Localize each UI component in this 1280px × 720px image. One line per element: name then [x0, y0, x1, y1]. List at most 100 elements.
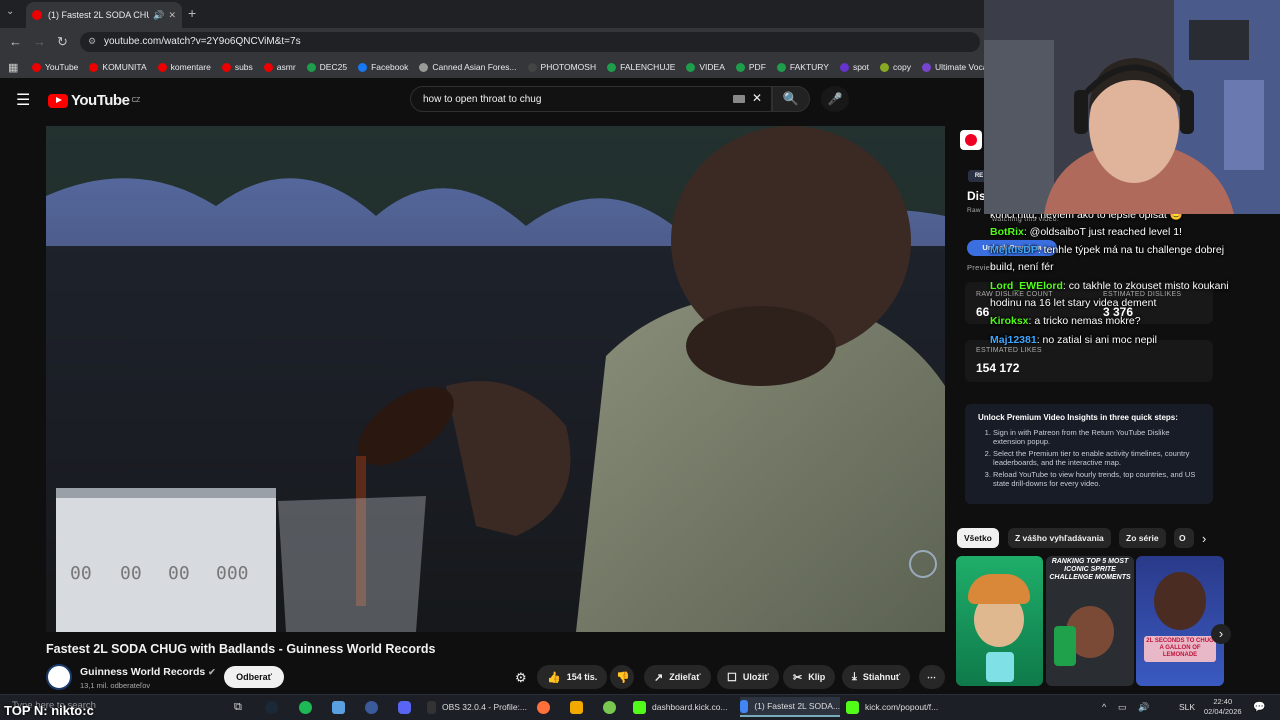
keyboard-icon[interactable] — [733, 95, 745, 103]
download-icon: ⤓ — [852, 670, 857, 683]
chip-from-search[interactable]: Z vášho vyhľadávania — [1008, 528, 1111, 548]
bookmark-favicon-icon — [527, 62, 537, 72]
bookmark-item[interactable]: copy — [880, 62, 911, 72]
chat-message: Kiroksx: a tricko nemas mokre? — [990, 315, 1141, 327]
reload-icon[interactable]: ↻ — [57, 34, 68, 50]
chip-more[interactable]: O — [1174, 528, 1194, 548]
recommended-thumb[interactable]: RANKING TOP 5 MOST ICONIC SPRITE CHALLEN… — [1046, 556, 1134, 686]
taskbar-app-button[interactable]: (1) Fastest 2L SODA... — [740, 697, 840, 717]
app-icon[interactable] — [603, 697, 622, 717]
app-icon[interactable] — [365, 697, 384, 717]
taskbar-app-icon — [740, 699, 749, 713]
recommended-thumb[interactable] — [956, 556, 1043, 686]
bookmark-favicon-icon — [32, 62, 41, 72]
save-label: Uložiť — [742, 672, 769, 682]
spotify-icon[interactable] — [299, 697, 318, 717]
bookmark-favicon-icon — [921, 62, 931, 72]
clock-date: 02/04/2026 — [1204, 707, 1242, 716]
new-tab-plus-icon[interactable]: + — [188, 5, 196, 21]
chips-next-chevron-icon[interactable]: › — [1202, 531, 1206, 546]
bookmark-item[interactable]: PDF — [735, 62, 766, 72]
thumbs-next-arrow-icon[interactable]: › — [1211, 624, 1231, 644]
premium-step: Sign in with Patreon from the Return You… — [993, 428, 1200, 446]
tray-chevron-icon[interactable]: ^ — [1102, 697, 1106, 717]
bookmark-item[interactable]: spot — [839, 62, 869, 72]
bookmark-icon: ☐ — [727, 671, 737, 684]
bookmark-item[interactable]: FAKTURY — [776, 62, 829, 72]
firefox-icon[interactable] — [537, 697, 556, 717]
volume-icon[interactable]: 🔊 — [1138, 697, 1149, 717]
bookmark-item[interactable]: YouTube — [32, 62, 78, 72]
chip-from-series[interactable]: Zo série — [1119, 528, 1166, 548]
subscribe-button[interactable]: Odberať — [224, 666, 284, 688]
bookmark-label: VIDEA — [699, 62, 725, 72]
clip-button[interactable]: ✂ Klip — [783, 665, 836, 689]
share-icon: ↗ — [654, 671, 664, 684]
bookmark-item[interactable]: PHOTOMOSH — [527, 62, 596, 72]
tab-audio-icon[interactable]: 🔊 — [153, 10, 164, 21]
menu-hamburger-icon[interactable]: ☰ — [16, 90, 30, 110]
taskbar-app-button[interactable]: dashboard.kick.co... — [633, 697, 733, 717]
taskbar-app-icon — [846, 700, 859, 714]
tab-close-icon[interactable]: ✕ — [168, 10, 176, 21]
clear-search-icon[interactable]: ✕ — [752, 91, 762, 105]
download-button[interactable]: ⤓ Stiahnuť — [842, 665, 911, 689]
browser-tab-active[interactable]: (1) Fastest 2L SODA CHUG w 🔊 ✕ — [26, 2, 182, 28]
apps-grid-icon[interactable]: ▦ — [8, 61, 18, 74]
bookmark-item[interactable]: Facebook — [358, 62, 408, 72]
bookmark-item[interactable]: DEC25 — [306, 62, 348, 72]
notifications-icon[interactable]: 💬 — [1253, 697, 1265, 717]
save-button[interactable]: ☐ Uložiť — [717, 665, 779, 689]
chat-text: : tenhle týpek má na tu challenge dobrej — [1037, 244, 1225, 256]
taskbar-app-icon — [427, 700, 436, 714]
steam-icon[interactable] — [265, 697, 284, 717]
youtube-logo[interactable]: YouTube CZ — [48, 92, 140, 109]
dislike-button[interactable]: 👎 — [610, 665, 634, 689]
bookmark-item[interactable]: FALENCHUJE — [607, 62, 675, 72]
bookmark-item[interactable]: KOMUNITA — [89, 62, 147, 72]
channel-avatar[interactable] — [46, 664, 72, 690]
dislike-panel-heading: Dis — [967, 189, 986, 203]
tab-search-chevron-icon[interactable]: ⌄ — [6, 6, 14, 17]
bookmark-label: DEC25 — [319, 62, 348, 72]
more-dots-icon: ⋯ — [927, 671, 936, 682]
task-view-icon[interactable]: ⧉ — [234, 697, 242, 717]
bookmark-label: copy — [893, 62, 911, 72]
discord-icon[interactable] — [398, 697, 417, 717]
chip-all[interactable]: Všetko — [957, 528, 999, 548]
share-button[interactable]: ↗ Zdieľať — [644, 665, 711, 689]
bookmark-favicon-icon — [221, 62, 231, 72]
like-button[interactable]: 👍 154 tis. — [537, 665, 607, 689]
search-button[interactable]: 🔍 — [772, 86, 810, 112]
channel-name-text: Guinness World Records — [80, 666, 206, 678]
app-icon[interactable] — [332, 697, 351, 717]
search-input[interactable]: how to open throat to chug — [410, 86, 772, 112]
region-code: CZ — [131, 97, 140, 104]
forward-arrow-icon[interactable]: → — [33, 34, 46, 49]
taskbar-app-button[interactable]: kick.com/popout/f... — [846, 697, 946, 717]
language-indicator[interactable]: SLK — [1179, 697, 1195, 717]
more-actions-button[interactable]: ⋯ — [919, 665, 945, 689]
recommended-thumb[interactable]: 2L SECONDS TO CHUG A GALLON OF LEMONADE — [1136, 556, 1224, 686]
bookmark-item[interactable]: VIDEA — [686, 62, 725, 72]
voice-search-mic-icon[interactable]: 🎤 — [821, 86, 849, 112]
premium-step: Select the Premium tier to enable activi… — [993, 449, 1200, 467]
channel-name[interactable]: Guinness World Records ✔ — [80, 666, 216, 678]
bookmark-favicon-icon — [358, 62, 368, 72]
url-field[interactable]: youtube.com/watch?v=2Y9o6QNCViM&t=7s — [80, 32, 980, 52]
extension-icon[interactable]: ⚙ — [515, 670, 527, 686]
taskbar-app-label: kick.com/popout/f... — [865, 702, 939, 712]
bookmark-item[interactable]: asmr — [263, 62, 296, 72]
back-arrow-icon[interactable]: ← — [9, 34, 22, 49]
network-icon[interactable]: ▭ — [1118, 697, 1127, 717]
bookmark-item[interactable]: subs — [221, 62, 253, 72]
thumbs-up-icon: 👍 — [547, 671, 561, 684]
bookmark-item[interactable]: komentare — [157, 62, 211, 72]
video-player[interactable]: 00 00 00 000 — [46, 126, 945, 632]
app-icon[interactable] — [570, 697, 589, 717]
chat-text: hodinu na 16 let stary videa dement — [990, 297, 1157, 309]
bookmark-item[interactable]: Canned Asian Fores... — [419, 62, 517, 72]
taskbar-clock[interactable]: 22:40 02/04/2026 — [1204, 697, 1242, 717]
taskbar-app-button[interactable]: OBS 32.0.4 - Profile:... — [427, 697, 527, 717]
site-info-icon[interactable]: ⚙ — [88, 36, 96, 47]
